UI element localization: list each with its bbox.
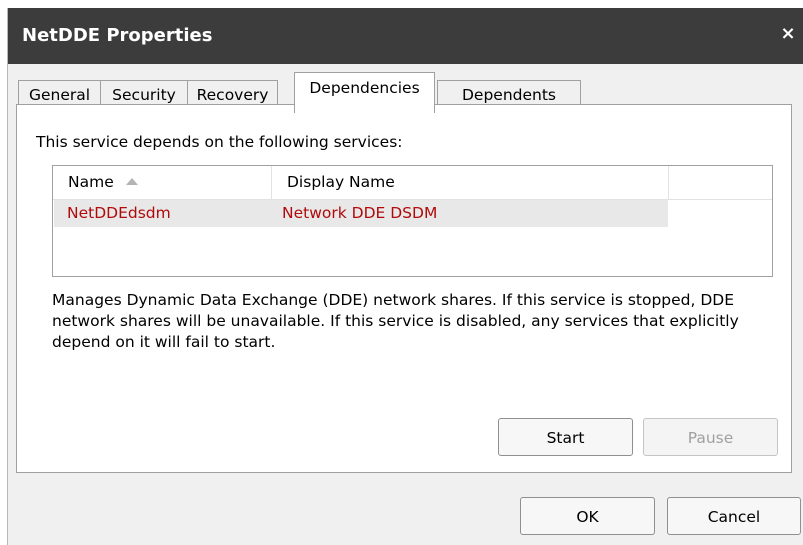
table-row[interactable]: NetDDEdsdm Network DDE DSDM (54, 200, 668, 227)
ok-button[interactable]: OK (520, 497, 655, 535)
row-display-name: Network DDE DSDM (282, 204, 438, 222)
cancel-button[interactable]: Cancel (667, 497, 801, 535)
start-button[interactable]: Start (498, 418, 633, 456)
column-header-display-name[interactable]: Display Name (272, 166, 669, 199)
pause-button[interactable]: Pause (643, 418, 778, 456)
close-icon[interactable]: × (777, 22, 799, 46)
title-bar[interactable]: NetDDE Properties × (8, 8, 803, 64)
column-header-name-label: Name (68, 173, 114, 191)
tab-dependencies[interactable]: Dependencies (294, 72, 435, 113)
sort-ascending-icon (125, 178, 138, 185)
service-description: Manages Dynamic Data Exchange (DDE) netw… (52, 291, 739, 351)
dependencies-intro: This service depends on the following se… (36, 133, 403, 151)
dependencies-list[interactable]: Name Display Name NetDDEdsdm Network DDE… (52, 165, 773, 277)
list-header: Name Display Name (53, 166, 772, 200)
window-title: NetDDE Properties (22, 25, 213, 46)
column-header-name[interactable]: Name (53, 166, 272, 199)
row-name: NetDDEdsdm (67, 204, 171, 222)
